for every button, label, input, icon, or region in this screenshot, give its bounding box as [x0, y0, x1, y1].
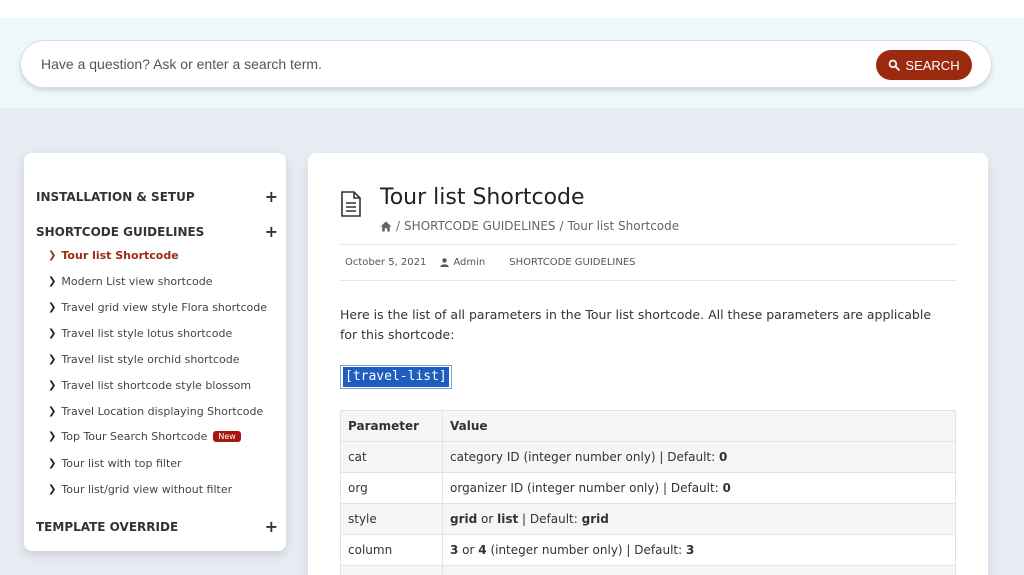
sidebar-item-travel-location[interactable]: ❯ Travel Location displaying Shortcode: [48, 405, 263, 418]
section-label: SHORTCODE GUIDELINES: [36, 224, 205, 239]
chevron-right-icon: ❯: [48, 250, 57, 261]
value-text: | Default:: [518, 512, 582, 526]
section-label: INSTALLATION & SETUP: [36, 189, 195, 204]
column-header-value: Value: [442, 410, 956, 442]
value-text: or: [477, 512, 498, 526]
divider: [340, 244, 956, 245]
sidebar-item-label: Travel grid view style Flora shortcode: [61, 301, 267, 314]
shortcode-text: [travel-list]: [343, 367, 449, 387]
sidebar-item-label: Top Tour Search Shortcode: [61, 430, 208, 443]
value-option: list: [497, 512, 519, 526]
sidebar-item-label: Modern List view shortcode: [61, 275, 213, 288]
divider: [340, 280, 956, 281]
article-meta: October 5, 2021 Admin SHORTCODE GUIDELIN…: [345, 257, 636, 268]
param-value: organizer ID (integer number only) | Def…: [442, 472, 956, 504]
column-header-parameter: Parameter: [340, 410, 443, 442]
param-name: column: [340, 534, 443, 566]
param-name: cat: [340, 441, 443, 473]
value-text: (integer number only) | Default:: [486, 543, 686, 557]
plus-icon[interactable]: +: [265, 222, 278, 241]
param-value: 3 or 4 (integer number only) | Default: …: [442, 534, 956, 566]
breadcrumb-section-link[interactable]: SHORTCODE GUIDELINES: [404, 219, 555, 233]
value-option: 4: [478, 543, 487, 557]
breadcrumb-separator: /: [559, 219, 564, 233]
sidebar-item-label: Travel Location displaying Shortcode: [61, 405, 264, 418]
sidebar-item-label: Tour list/grid view without filter: [61, 483, 233, 496]
parameters-table: Parameter Value cat category ID (integer…: [340, 410, 956, 575]
search-button-label: SEARCH: [905, 57, 960, 73]
breadcrumb: / SHORTCODE GUIDELINES / Tour list Short…: [380, 219, 679, 233]
home-icon[interactable]: [380, 221, 392, 232]
value-text: category ID (integer number only) | Defa…: [450, 450, 719, 464]
breadcrumb-current: Tour list Shortcode: [567, 219, 680, 233]
value-default: 3: [685, 543, 695, 557]
param-value: category ID (integer number only) | Defa…: [442, 441, 956, 473]
sidebar-item-travel-grid-flora[interactable]: ❯ Travel grid view style Flora shortcode: [48, 301, 267, 314]
new-badge: New: [213, 431, 241, 442]
param-name: [340, 565, 443, 575]
top-bar: [0, 0, 1024, 18]
value-default: 0: [722, 481, 731, 495]
chevron-right-icon: ❯: [48, 484, 57, 495]
post-date: October 5, 2021: [345, 257, 427, 268]
shortcode-snippet[interactable]: [travel-list]: [340, 365, 452, 389]
section-label: TEMPLATE OVERRIDE: [36, 519, 179, 534]
sidebar-item-travel-list-orchid[interactable]: ❯ Travel list style orchid shortcode: [48, 353, 239, 366]
chevron-right-icon: ❯: [48, 302, 57, 313]
value-default: grid: [581, 512, 609, 526]
table-row: org organizer ID (integer number only) |…: [340, 472, 956, 504]
param-name: style: [340, 503, 443, 535]
param-value: [442, 565, 956, 575]
chevron-right-icon: ❯: [48, 380, 57, 391]
value-default: 0: [719, 450, 728, 464]
post-author[interactable]: Admin: [453, 257, 485, 268]
chevron-right-icon: ❯: [48, 458, 57, 469]
sidebar-item-travel-list-lotus[interactable]: ❯ Travel list style lotus shortcode: [48, 327, 232, 340]
section-installation-setup[interactable]: INSTALLATION & SETUP +: [36, 187, 278, 206]
param-name: org: [340, 472, 443, 504]
sidebar-item-tour-list-grid-no-filter[interactable]: ❯ Tour list/grid view without filter: [48, 483, 232, 496]
plus-icon[interactable]: +: [265, 187, 278, 206]
table-header-row: Parameter Value: [340, 410, 956, 442]
chevron-right-icon: ❯: [48, 328, 57, 339]
sidebar-item-label: Travel list style lotus shortcode: [61, 327, 233, 340]
plus-icon[interactable]: +: [265, 517, 278, 536]
docs-sidebar: INSTALLATION & SETUP + SHORTCODE GUIDELI…: [24, 153, 286, 551]
section-template-override[interactable]: TEMPLATE OVERRIDE +: [36, 517, 278, 536]
table-row: cat category ID (integer number only) | …: [340, 441, 956, 473]
article-panel: Tour list Shortcode / SHORTCODE GUIDELIN…: [308, 153, 988, 575]
chevron-right-icon: ❯: [48, 431, 57, 442]
search-box: SEARCH: [20, 40, 992, 88]
breadcrumb-separator: /: [396, 219, 401, 233]
chevron-right-icon: ❯: [48, 276, 57, 287]
chevron-right-icon: ❯: [48, 354, 57, 365]
user-icon: [440, 258, 450, 267]
table-row: column 3 or 4 (integer number only) | De…: [340, 534, 956, 566]
sidebar-item-travel-list-blossom[interactable]: ❯ Travel list shortcode style blossom: [48, 379, 251, 392]
document-icon: [341, 191, 361, 217]
param-value: grid or list | Default: grid: [442, 503, 956, 535]
chevron-right-icon: ❯: [48, 406, 57, 417]
search-icon: [889, 59, 901, 71]
table-row: [340, 565, 956, 575]
sidebar-item-tour-list-top-filter[interactable]: ❯ Tour list with top filter: [48, 457, 182, 470]
sidebar-item-modern-list-view[interactable]: ❯ Modern List view shortcode: [48, 275, 213, 288]
page-title: Tour list Shortcode: [380, 185, 585, 210]
search-button[interactable]: SEARCH: [876, 50, 972, 80]
post-category[interactable]: SHORTCODE GUIDELINES: [509, 257, 635, 268]
intro-paragraph: Here is the list of all parameters in th…: [340, 307, 932, 342]
table-row: style grid or list | Default: grid: [340, 503, 956, 535]
sidebar-item-label: Travel list shortcode style blossom: [61, 379, 252, 392]
section-shortcode-guidelines[interactable]: SHORTCODE GUIDELINES +: [36, 222, 278, 241]
sidebar-item-tour-list-shortcode[interactable]: ❯ Tour list Shortcode: [48, 249, 179, 262]
sidebar-item-label: Travel list style orchid shortcode: [61, 353, 240, 366]
sidebar-item-label: Tour list Shortcode: [61, 249, 179, 262]
search-input[interactable]: [41, 53, 841, 75]
value-text: or: [458, 543, 479, 557]
value-text: organizer ID (integer number only) | Def…: [450, 481, 723, 495]
value-option: grid: [450, 512, 478, 526]
sidebar-item-top-tour-search[interactable]: ❯ Top Tour Search Shortcode New: [48, 430, 241, 443]
sidebar-item-label: Tour list with top filter: [61, 457, 182, 470]
